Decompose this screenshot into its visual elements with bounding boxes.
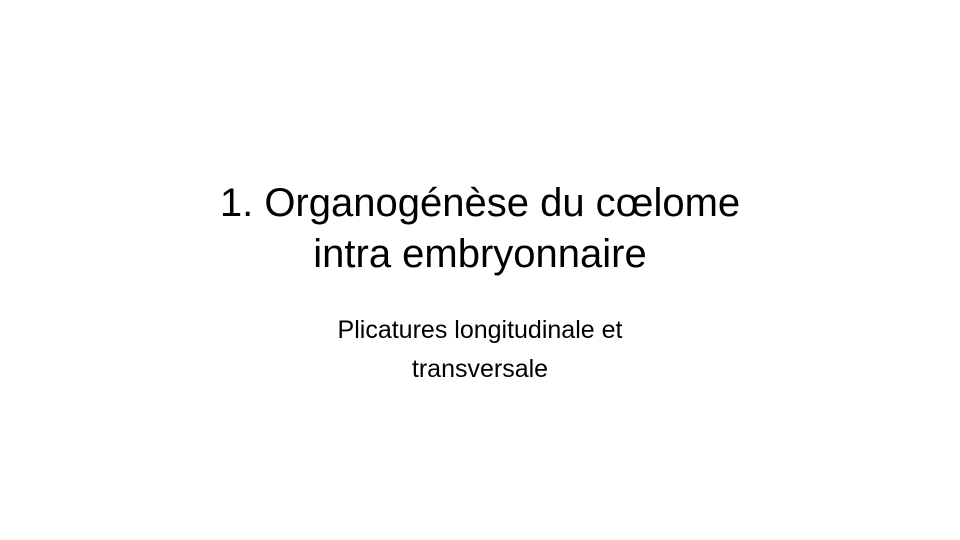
slide-title: 1. Organogénèse du cœlome intra embryonn… bbox=[0, 178, 960, 280]
slide-subtitle-line: Plicatures longitudinale et bbox=[337, 316, 623, 344]
slide-title-line: intra embryonnaire bbox=[313, 232, 647, 276]
slide-subtitle: Plicatures longitudinale et transversale bbox=[0, 311, 960, 389]
slide-title-line: 1. Organogénèse du cœlome bbox=[219, 181, 741, 225]
slide-subtitle-line: transversale bbox=[411, 355, 549, 383]
